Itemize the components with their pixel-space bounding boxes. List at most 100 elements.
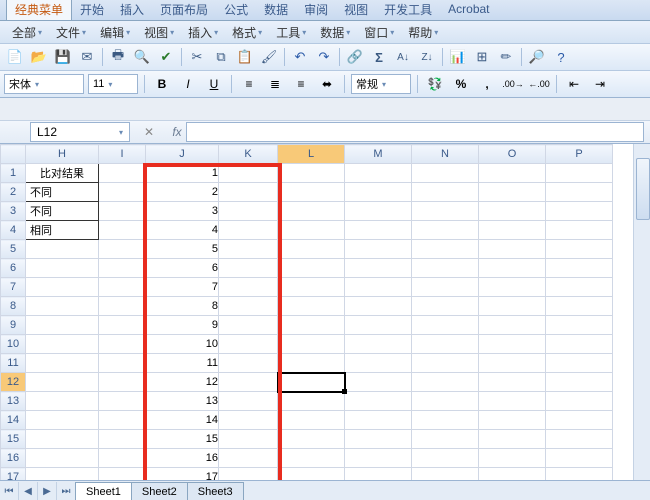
cell-N4[interactable] [412,221,479,240]
cell-L5[interactable] [278,240,345,259]
col-header-O[interactable]: O [479,145,546,164]
cell-M16[interactable] [345,449,412,468]
redo-icon[interactable]: ↷ [313,46,335,68]
cell-O9[interactable] [479,316,546,335]
cell-N14[interactable] [412,411,479,430]
cell-L9[interactable] [278,316,345,335]
cell-I3[interactable] [99,202,146,221]
cell-M5[interactable] [345,240,412,259]
cell-J16[interactable]: 16 [146,449,219,468]
cell-K13[interactable] [219,392,278,411]
font-size-combo[interactable]: 11▾ [88,74,138,94]
sum-icon[interactable]: Σ [368,46,390,68]
dec-decimal-button[interactable]: ←.00 [528,73,550,95]
cell-J9[interactable]: 9 [146,316,219,335]
cell-L10[interactable] [278,335,345,354]
cell-L13[interactable] [278,392,345,411]
cell-J6[interactable]: 6 [146,259,219,278]
cell-I14[interactable] [99,411,146,430]
cell-H8[interactable] [26,297,99,316]
cell-O2[interactable] [479,183,546,202]
align-left-button[interactable]: ≡ [238,73,260,95]
chart-icon[interactable]: 📊 [447,46,469,68]
drawing-icon[interactable]: ✏ [495,46,517,68]
cell-I4[interactable] [99,221,146,240]
cell-M9[interactable] [345,316,412,335]
open-icon[interactable]: 📂 [28,46,50,68]
row-header-11[interactable]: 11 [1,354,26,373]
cell-J15[interactable]: 15 [146,430,219,449]
pivot-icon[interactable]: ⊞ [471,46,493,68]
cell-O7[interactable] [479,278,546,297]
cut-icon[interactable]: ✂ [186,46,208,68]
cell-H14[interactable] [26,411,99,430]
mail-icon[interactable]: ✉ [76,46,98,68]
row-header-8[interactable]: 8 [1,297,26,316]
cell-M8[interactable] [345,297,412,316]
underline-button[interactable]: U [203,73,225,95]
menu-file[interactable]: 文件▾ [50,22,92,43]
cell-K4[interactable] [219,221,278,240]
ribbon-tab-7[interactable]: 视图 [336,0,376,20]
inc-indent-button[interactable]: ⇥ [589,73,611,95]
ribbon-tab-0[interactable]: 经典菜单 [6,0,72,20]
cell-L8[interactable] [278,297,345,316]
cell-O6[interactable] [479,259,546,278]
ribbon-tab-3[interactable]: 页面布局 [152,0,216,20]
cell-L17[interactable] [278,468,345,481]
cell-H17[interactable] [26,468,99,481]
cell-H4[interactable]: 相同 [26,221,99,240]
cell-I11[interactable] [99,354,146,373]
cell-P17[interactable] [546,468,613,481]
cell-L4[interactable] [278,221,345,240]
sheet-nav-prev-icon[interactable]: ◀ [19,482,38,500]
cell-I9[interactable] [99,316,146,335]
zoom-icon[interactable]: 🔎 [526,46,548,68]
cell-P10[interactable] [546,335,613,354]
menu-format[interactable]: 格式▾ [226,22,268,43]
cell-N2[interactable] [412,183,479,202]
ribbon-tab-4[interactable]: 公式 [216,0,256,20]
cell-J13[interactable]: 13 [146,392,219,411]
cell-K6[interactable] [219,259,278,278]
cell-K7[interactable] [219,278,278,297]
cell-K8[interactable] [219,297,278,316]
cell-P2[interactable] [546,183,613,202]
col-header-L[interactable]: L [278,145,345,164]
preview-icon[interactable]: 🔍 [131,46,153,68]
cell-M1[interactable] [345,164,412,183]
cell-O1[interactable] [479,164,546,183]
ribbon-tab-8[interactable]: 开发工具 [376,0,440,20]
cell-N10[interactable] [412,335,479,354]
cell-N12[interactable] [412,373,479,392]
cell-P7[interactable] [546,278,613,297]
cell-N7[interactable] [412,278,479,297]
cell-M12[interactable] [345,373,412,392]
currency-button[interactable]: 💱 [424,73,446,95]
cell-M11[interactable] [345,354,412,373]
cell-P16[interactable] [546,449,613,468]
row-header-3[interactable]: 3 [1,202,26,221]
sheet-nav-next-icon[interactable]: ▶ [38,482,57,500]
cell-J8[interactable]: 8 [146,297,219,316]
cell-P15[interactable] [546,430,613,449]
menu-help[interactable]: 帮助▾ [402,22,444,43]
cell-P12[interactable] [546,373,613,392]
sheet-tab-sheet2[interactable]: Sheet2 [131,482,188,500]
cell-H13[interactable] [26,392,99,411]
cell-L15[interactable] [278,430,345,449]
formula-bar[interactable] [186,122,644,142]
cell-L11[interactable] [278,354,345,373]
cell-L7[interactable] [278,278,345,297]
cell-M15[interactable] [345,430,412,449]
cell-J1[interactable]: 1 [146,164,219,183]
font-name-combo[interactable]: 宋体▾ [4,74,84,94]
cell-N1[interactable] [412,164,479,183]
cell-I10[interactable] [99,335,146,354]
cell-H11[interactable] [26,354,99,373]
row-header-4[interactable]: 4 [1,221,26,240]
new-icon[interactable]: 📄 [4,46,26,68]
bold-button[interactable]: B [151,73,173,95]
cell-N16[interactable] [412,449,479,468]
cell-N9[interactable] [412,316,479,335]
